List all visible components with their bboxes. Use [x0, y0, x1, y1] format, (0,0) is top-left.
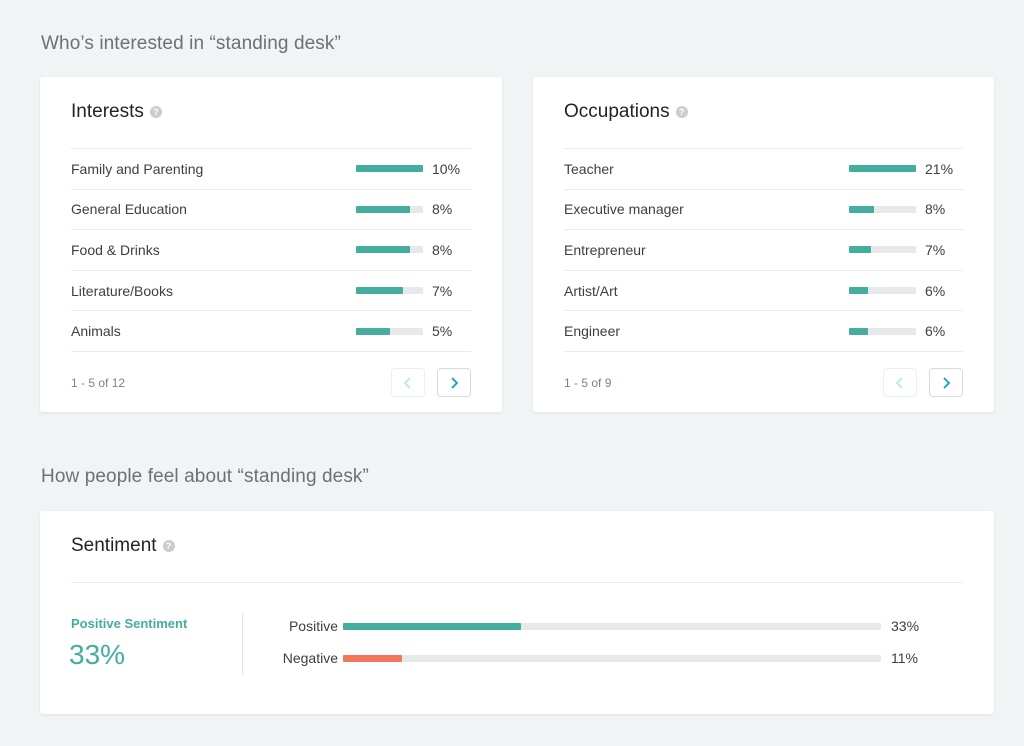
interests-title: Interests: [71, 101, 144, 122]
occupations-title: Occupations: [564, 101, 670, 122]
list-item: Animals 5%: [71, 311, 471, 352]
bar-track: [356, 327, 423, 335]
bar-track: [356, 205, 423, 213]
chevron-left-icon: [403, 376, 411, 389]
list-item-percent: 21%: [925, 160, 954, 177]
list-item-percent: 10%: [432, 160, 461, 177]
sentiment-row-positive: Positive 33%: [243, 616, 943, 636]
section-heading-sentiment: How people feel about “standing desk”: [41, 466, 369, 487]
next-page-button[interactable]: [437, 368, 471, 397]
list-item: Artist/Art 6%: [564, 271, 963, 312]
bar-fill: [356, 205, 410, 213]
bar-track: [356, 246, 423, 254]
list-item: Executive manager 8%: [564, 190, 963, 231]
list-item-percent: 6%: [925, 323, 946, 340]
list-item: General Education 8%: [71, 190, 471, 231]
sentiment-percent: 11%: [891, 650, 918, 666]
prev-page-button[interactable]: [391, 368, 425, 397]
bar-fill: [356, 287, 403, 295]
sentiment-percent: 33%: [891, 618, 920, 634]
help-icon[interactable]: ?: [162, 540, 175, 552]
bar-fill: [849, 287, 869, 295]
list-item-percent: 7%: [925, 241, 946, 258]
list-item: Entrepreneur 7%: [564, 230, 963, 271]
positive-sentiment-label: Positive Sentiment: [71, 616, 188, 631]
bar-track: [849, 287, 916, 295]
list-item-percent: 6%: [925, 282, 946, 299]
list-item-percent: 5%: [432, 323, 453, 340]
help-icon[interactable]: ?: [675, 106, 688, 118]
sentiment-card: Sentiment ? Positive Sentiment 33% Posit…: [40, 511, 994, 714]
sentiment-title: Sentiment: [71, 535, 157, 556]
sentiment-title-wrap: Sentiment ?: [71, 535, 175, 557]
prev-page-button[interactable]: [883, 368, 917, 397]
interests-title-wrap: Interests ?: [71, 101, 162, 123]
list-item-percent: 8%: [432, 201, 453, 218]
sentiment-bar-track: [343, 654, 881, 662]
bar-fill: [356, 165, 423, 173]
interests-list: Family and Parenting 10% General Educati…: [71, 148, 471, 352]
list-item: Teacher 21%: [564, 149, 963, 190]
positive-sentiment-value: 33%: [69, 639, 126, 670]
sentiment-bar-fill: [343, 654, 403, 662]
bar-fill: [849, 165, 916, 173]
occupations-list: Teacher 21% Executive manager 8% Entrepr…: [564, 148, 963, 352]
bar-track: [356, 287, 423, 295]
list-item-percent: 7%: [432, 282, 453, 299]
list-item-percent: 8%: [925, 201, 946, 218]
chevron-right-icon: [943, 376, 951, 389]
sentiment-bar-track: [343, 622, 881, 630]
occupations-title-wrap: Occupations ?: [564, 101, 688, 123]
divider: [71, 582, 963, 583]
occupations-card: Occupations ? Teacher 21% Executive mana…: [533, 77, 994, 412]
bar-track: [356, 165, 423, 173]
pagination-text: 1 - 5 of 12: [71, 376, 126, 390]
bar-fill: [356, 327, 390, 335]
bar-track: [849, 246, 916, 254]
interests-card: Interests ? Family and Parenting 10% Gen…: [40, 77, 502, 412]
section-heading-interest: Who’s interested in “standing desk”: [41, 33, 341, 54]
chevron-left-icon: [895, 376, 903, 389]
chevron-right-icon: [451, 376, 459, 389]
help-icon[interactable]: ?: [149, 106, 162, 118]
bar-fill: [849, 327, 869, 335]
bar-track: [849, 327, 916, 335]
next-page-button[interactable]: [929, 368, 963, 397]
sentiment-label: Negative: [282, 650, 338, 666]
sentiment-row-negative: Negative 11%: [243, 648, 943, 668]
bar-track: [849, 205, 916, 213]
pagination-text: 1 - 5 of 9: [564, 376, 612, 390]
sentiment-bar-fill: [343, 622, 521, 630]
bar-fill: [849, 246, 872, 254]
sentiment-label: Positive: [288, 618, 338, 634]
bar-track: [849, 165, 916, 173]
list-item-percent: 8%: [432, 241, 453, 258]
list-item: Literature/Books 7%: [71, 271, 471, 312]
list-item: Food & Drinks 8%: [71, 230, 471, 271]
list-item: Engineer 6%: [564, 311, 963, 352]
bar-fill: [356, 246, 410, 254]
list-item: Family and Parenting 10%: [71, 149, 471, 190]
bar-fill: [849, 205, 875, 213]
